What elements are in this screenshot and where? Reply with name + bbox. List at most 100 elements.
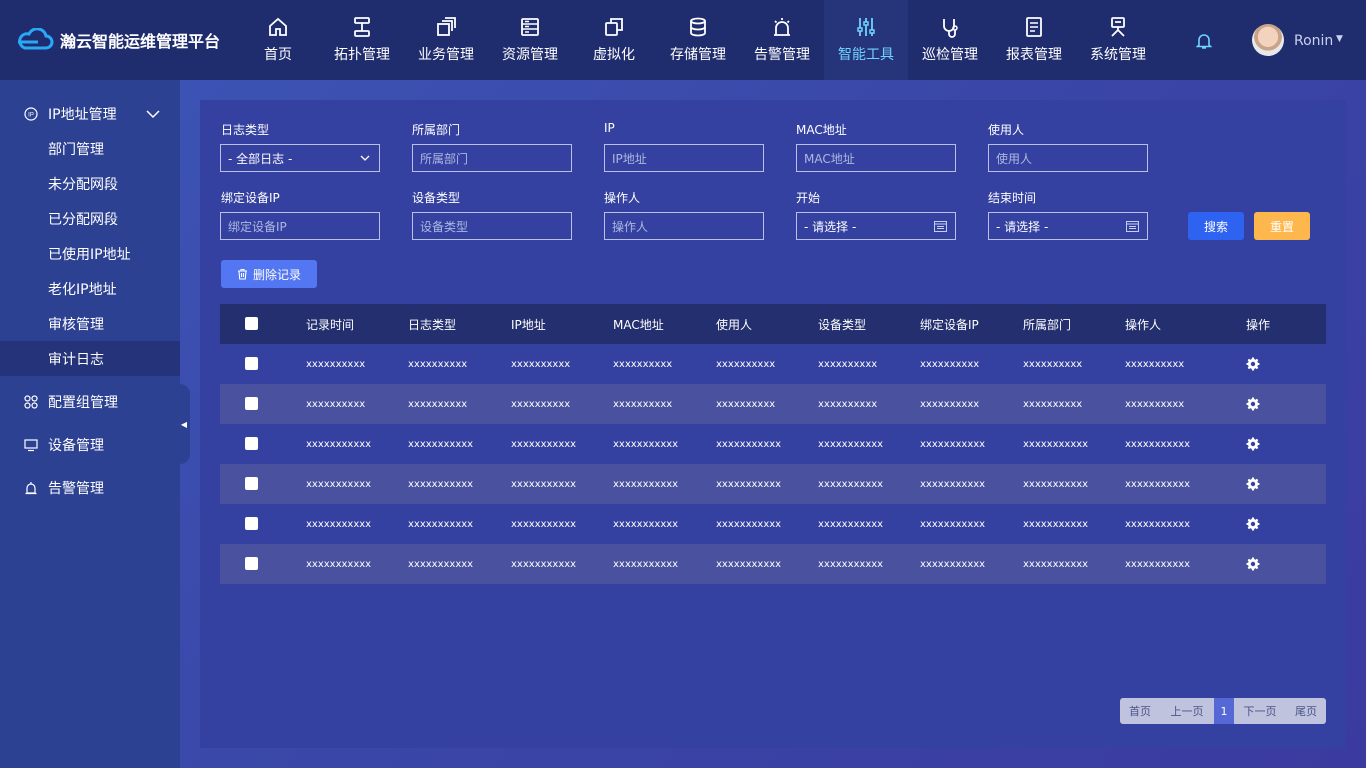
page-next-button[interactable]: 下一页	[1234, 698, 1286, 724]
app-logo[interactable]: 瀚云智能运维管理平台	[16, 28, 220, 52]
nav-business-label: 业务管理	[418, 47, 474, 63]
nav-virtualization[interactable]: 虚拟化	[572, 0, 656, 80]
nav-home-label: 首页	[264, 47, 292, 63]
gear-icon[interactable]	[1246, 437, 1260, 451]
start-date-picker[interactable]: - 请选择 -	[796, 212, 956, 240]
department-input[interactable]: 所属部门	[412, 144, 572, 172]
mac-input[interactable]: MAC地址	[796, 144, 956, 172]
row-checkbox[interactable]	[245, 357, 258, 370]
business-icon	[437, 17, 456, 36]
page-prev-button[interactable]: 上一页	[1160, 698, 1214, 724]
table-row: xxxxxxxxxxxxxxxxxxxxxxxxxxxxxxxxxxxxxxxx…	[220, 344, 1326, 384]
tools-icon	[857, 18, 875, 36]
nav-topology[interactable]: 拓扑管理	[320, 0, 404, 80]
header-operator: 操作人	[1125, 317, 1162, 332]
sidebar-item-aged-ip[interactable]: 老化IP地址	[0, 271, 180, 306]
sidebar-item-used-ip[interactable]: 已使用IP地址	[0, 236, 180, 271]
nav-system-label: 系统管理	[1090, 47, 1146, 63]
end-label: 结束时间	[988, 191, 1037, 205]
row-checkbox[interactable]	[245, 397, 258, 410]
storage-icon	[690, 17, 706, 37]
department-label: 所属部门	[412, 123, 461, 137]
cell-log-type: xxxxxxxxxxx	[408, 438, 474, 450]
device-type-input[interactable]: 设备类型	[412, 212, 572, 240]
nav-resource[interactable]: 资源管理	[488, 0, 572, 80]
start-date-value: - 请选择 -	[804, 219, 857, 234]
page-current[interactable]: 1	[1214, 698, 1234, 724]
user-menu-caret-icon[interactable]: ▼	[1336, 34, 1343, 44]
sidebar-item-audit-management[interactable]: 审核管理	[0, 306, 180, 341]
gear-icon[interactable]	[1246, 557, 1260, 571]
gear-icon[interactable]	[1246, 517, 1260, 531]
nav-storage[interactable]: 存储管理	[656, 0, 740, 80]
cell-record-time: xxxxxxxxxxx	[306, 558, 372, 570]
device-type-label: 设备类型	[412, 191, 461, 205]
bell-icon[interactable]	[1196, 32, 1212, 50]
end-date-value: - 请选择 -	[996, 219, 1049, 234]
ip-input[interactable]: IP地址	[604, 144, 764, 172]
header-department: 所属部门	[1023, 317, 1072, 332]
sidebar-item-label: 老化IP地址	[48, 281, 117, 298]
cell-ip: xxxxxxxxxxx	[511, 438, 577, 450]
sidebar-item-label: 已使用IP地址	[48, 246, 131, 263]
sidebar-group-label: IP地址管理	[48, 107, 117, 123]
sidebar-item-audit-log[interactable]: 审计日志	[0, 341, 180, 376]
cell-operator: xxxxxxxxxxx	[1125, 518, 1191, 530]
sidebar-item-department[interactable]: 部门管理	[0, 131, 180, 166]
search-button[interactable]: 搜索	[1188, 212, 1244, 240]
header-bound-ip: 绑定设备IP	[920, 317, 979, 332]
username[interactable]: Ronin	[1294, 33, 1333, 49]
sidebar-item-unallocated-segment[interactable]: 未分配网段	[0, 166, 180, 201]
table-row: xxxxxxxxxxxxxxxxxxxxxxxxxxxxxxxxxxxxxxxx…	[220, 504, 1326, 544]
cell-ip: xxxxxxxxxxx	[511, 518, 577, 530]
header-ip: IP地址	[511, 317, 546, 332]
calendar-icon	[1126, 221, 1139, 232]
user-input[interactable]: 使用人	[988, 144, 1148, 172]
sidebar-collapse-toggle[interactable]: ◀	[178, 384, 190, 464]
header-action: 操作	[1246, 317, 1271, 332]
gear-icon[interactable]	[1246, 477, 1260, 491]
avatar[interactable]	[1252, 24, 1284, 56]
sidebar-item-label: 部门管理	[48, 141, 104, 158]
nav-system[interactable]: 系统管理	[1076, 0, 1160, 80]
delete-records-button[interactable]: 删除记录	[221, 260, 317, 288]
row-checkbox[interactable]	[245, 517, 258, 530]
mac-label: MAC地址	[796, 123, 847, 137]
gear-icon[interactable]	[1246, 397, 1260, 411]
log-type-value: - 全部日志 -	[228, 151, 293, 166]
mac-placeholder: MAC地址	[804, 151, 855, 166]
nav-tools-label: 智能工具	[838, 47, 894, 63]
reset-button[interactable]: 重置	[1254, 212, 1310, 240]
nav-inspection[interactable]: 巡检管理	[908, 0, 992, 80]
row-checkbox[interactable]	[245, 437, 258, 450]
sidebar-item-label: 审计日志	[48, 351, 104, 368]
bound-ip-label: 绑定设备IP	[221, 191, 280, 205]
table-row: xxxxxxxxxxxxxxxxxxxxxxxxxxxxxxxxxxxxxxxx…	[220, 424, 1326, 464]
nav-report[interactable]: 报表管理	[992, 0, 1076, 80]
page-last-button[interactable]: 尾页	[1286, 698, 1326, 724]
nav-tools[interactable]: 智能工具	[824, 0, 908, 80]
operator-input[interactable]: 操作人	[604, 212, 764, 240]
end-date-picker[interactable]: - 请选择 -	[988, 212, 1148, 240]
sidebar-group-ip[interactable]: IP IP地址管理	[0, 94, 180, 134]
log-type-select[interactable]: - 全部日志 -	[220, 144, 380, 172]
select-all-checkbox[interactable]	[245, 317, 258, 330]
row-checkbox[interactable]	[245, 557, 258, 570]
bound-ip-input[interactable]: 绑定设备IP	[220, 212, 380, 240]
ip-icon: IP	[24, 107, 38, 121]
cell-ip: xxxxxxxxxx	[511, 398, 571, 410]
cell-department: xxxxxxxxxx	[1023, 398, 1083, 410]
row-checkbox[interactable]	[245, 477, 258, 490]
cell-record-time: xxxxxxxxxx	[306, 398, 366, 410]
sidebar-group-config[interactable]: 配置组管理	[0, 382, 180, 422]
page-first-button[interactable]: 首页	[1120, 698, 1160, 724]
cell-ip: xxxxxxxxxx	[511, 358, 571, 370]
sidebar-group-device[interactable]: 设备管理	[0, 425, 180, 465]
sidebar-item-allocated-segment[interactable]: 已分配网段	[0, 201, 180, 236]
gear-icon[interactable]	[1246, 357, 1260, 371]
nav-home[interactable]: 首页	[236, 0, 320, 80]
nav-business[interactable]: 业务管理	[404, 0, 488, 80]
chevron-down-icon	[360, 155, 370, 161]
nav-alarm[interactable]: 告警管理	[740, 0, 824, 80]
sidebar-group-alarm[interactable]: 告警管理	[0, 468, 180, 508]
